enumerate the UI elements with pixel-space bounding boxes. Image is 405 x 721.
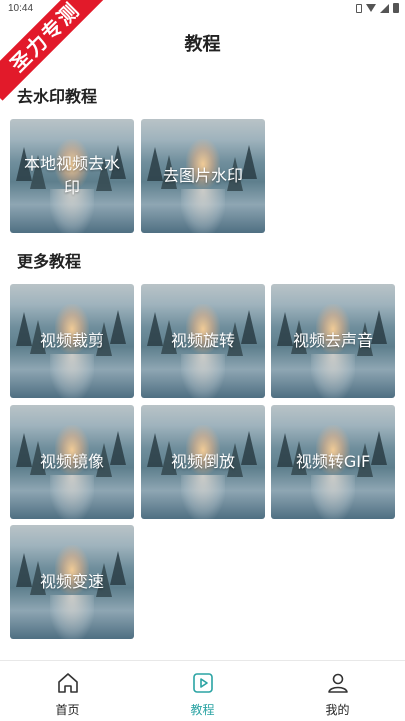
vibrate-icon <box>356 3 362 13</box>
tutorial-card[interactable]: 本地视频去水印 <box>10 119 134 233</box>
tutorial-card-label: 视频去声音 <box>292 331 373 350</box>
tab-tutorial[interactable]: 教程 <box>135 661 270 721</box>
wifi-icon <box>366 4 376 12</box>
tutorial-card[interactable]: 视频镜像 <box>10 405 134 519</box>
tutorial-card[interactable]: 视频转GIF <box>271 405 395 519</box>
tab-home[interactable]: 首页 <box>0 661 135 721</box>
bottom-tab-bar: 首页 教程 我的 <box>0 660 405 721</box>
tutorial-card-label: 视频倒放 <box>170 452 235 471</box>
tab-label: 教程 <box>190 703 215 717</box>
tutorial-card-label: 视频变速 <box>39 572 104 591</box>
battery-icon <box>393 3 399 13</box>
tutorial-card-label: 去图片水印 <box>162 166 243 185</box>
status-time: 10:44 <box>8 3 34 14</box>
tutorial-card[interactable]: 视频去声音 <box>271 284 395 398</box>
home-icon <box>56 671 80 695</box>
tutorial-card-label: 视频裁剪 <box>39 331 104 350</box>
signal-icon <box>380 3 389 13</box>
section-title-watermark: 去水印教程 <box>17 87 98 106</box>
tutorial-card-label: 视频转GIF <box>295 452 371 471</box>
tutorial-card[interactable]: 视频裁剪 <box>10 284 134 398</box>
tutorial-card[interactable]: 视频变速 <box>10 525 134 639</box>
tutorial-card[interactable]: 去图片水印 <box>141 119 265 233</box>
user-icon <box>326 671 350 695</box>
section-title-more: 更多教程 <box>17 252 82 271</box>
tab-label: 我的 <box>325 703 350 717</box>
tutorial-card[interactable]: 视频倒放 <box>141 405 265 519</box>
tab-label: 首页 <box>55 703 80 717</box>
tutorial-card-label: 视频旋转 <box>170 331 235 350</box>
play-icon <box>191 671 215 695</box>
tutorial-card-label: 本地视频去水印 <box>24 154 121 197</box>
tutorial-card[interactable]: 视频旋转 <box>141 284 265 398</box>
tutorial-card-label: 视频镜像 <box>39 452 104 471</box>
tab-mine[interactable]: 我的 <box>270 661 405 721</box>
status-icons <box>356 3 399 13</box>
